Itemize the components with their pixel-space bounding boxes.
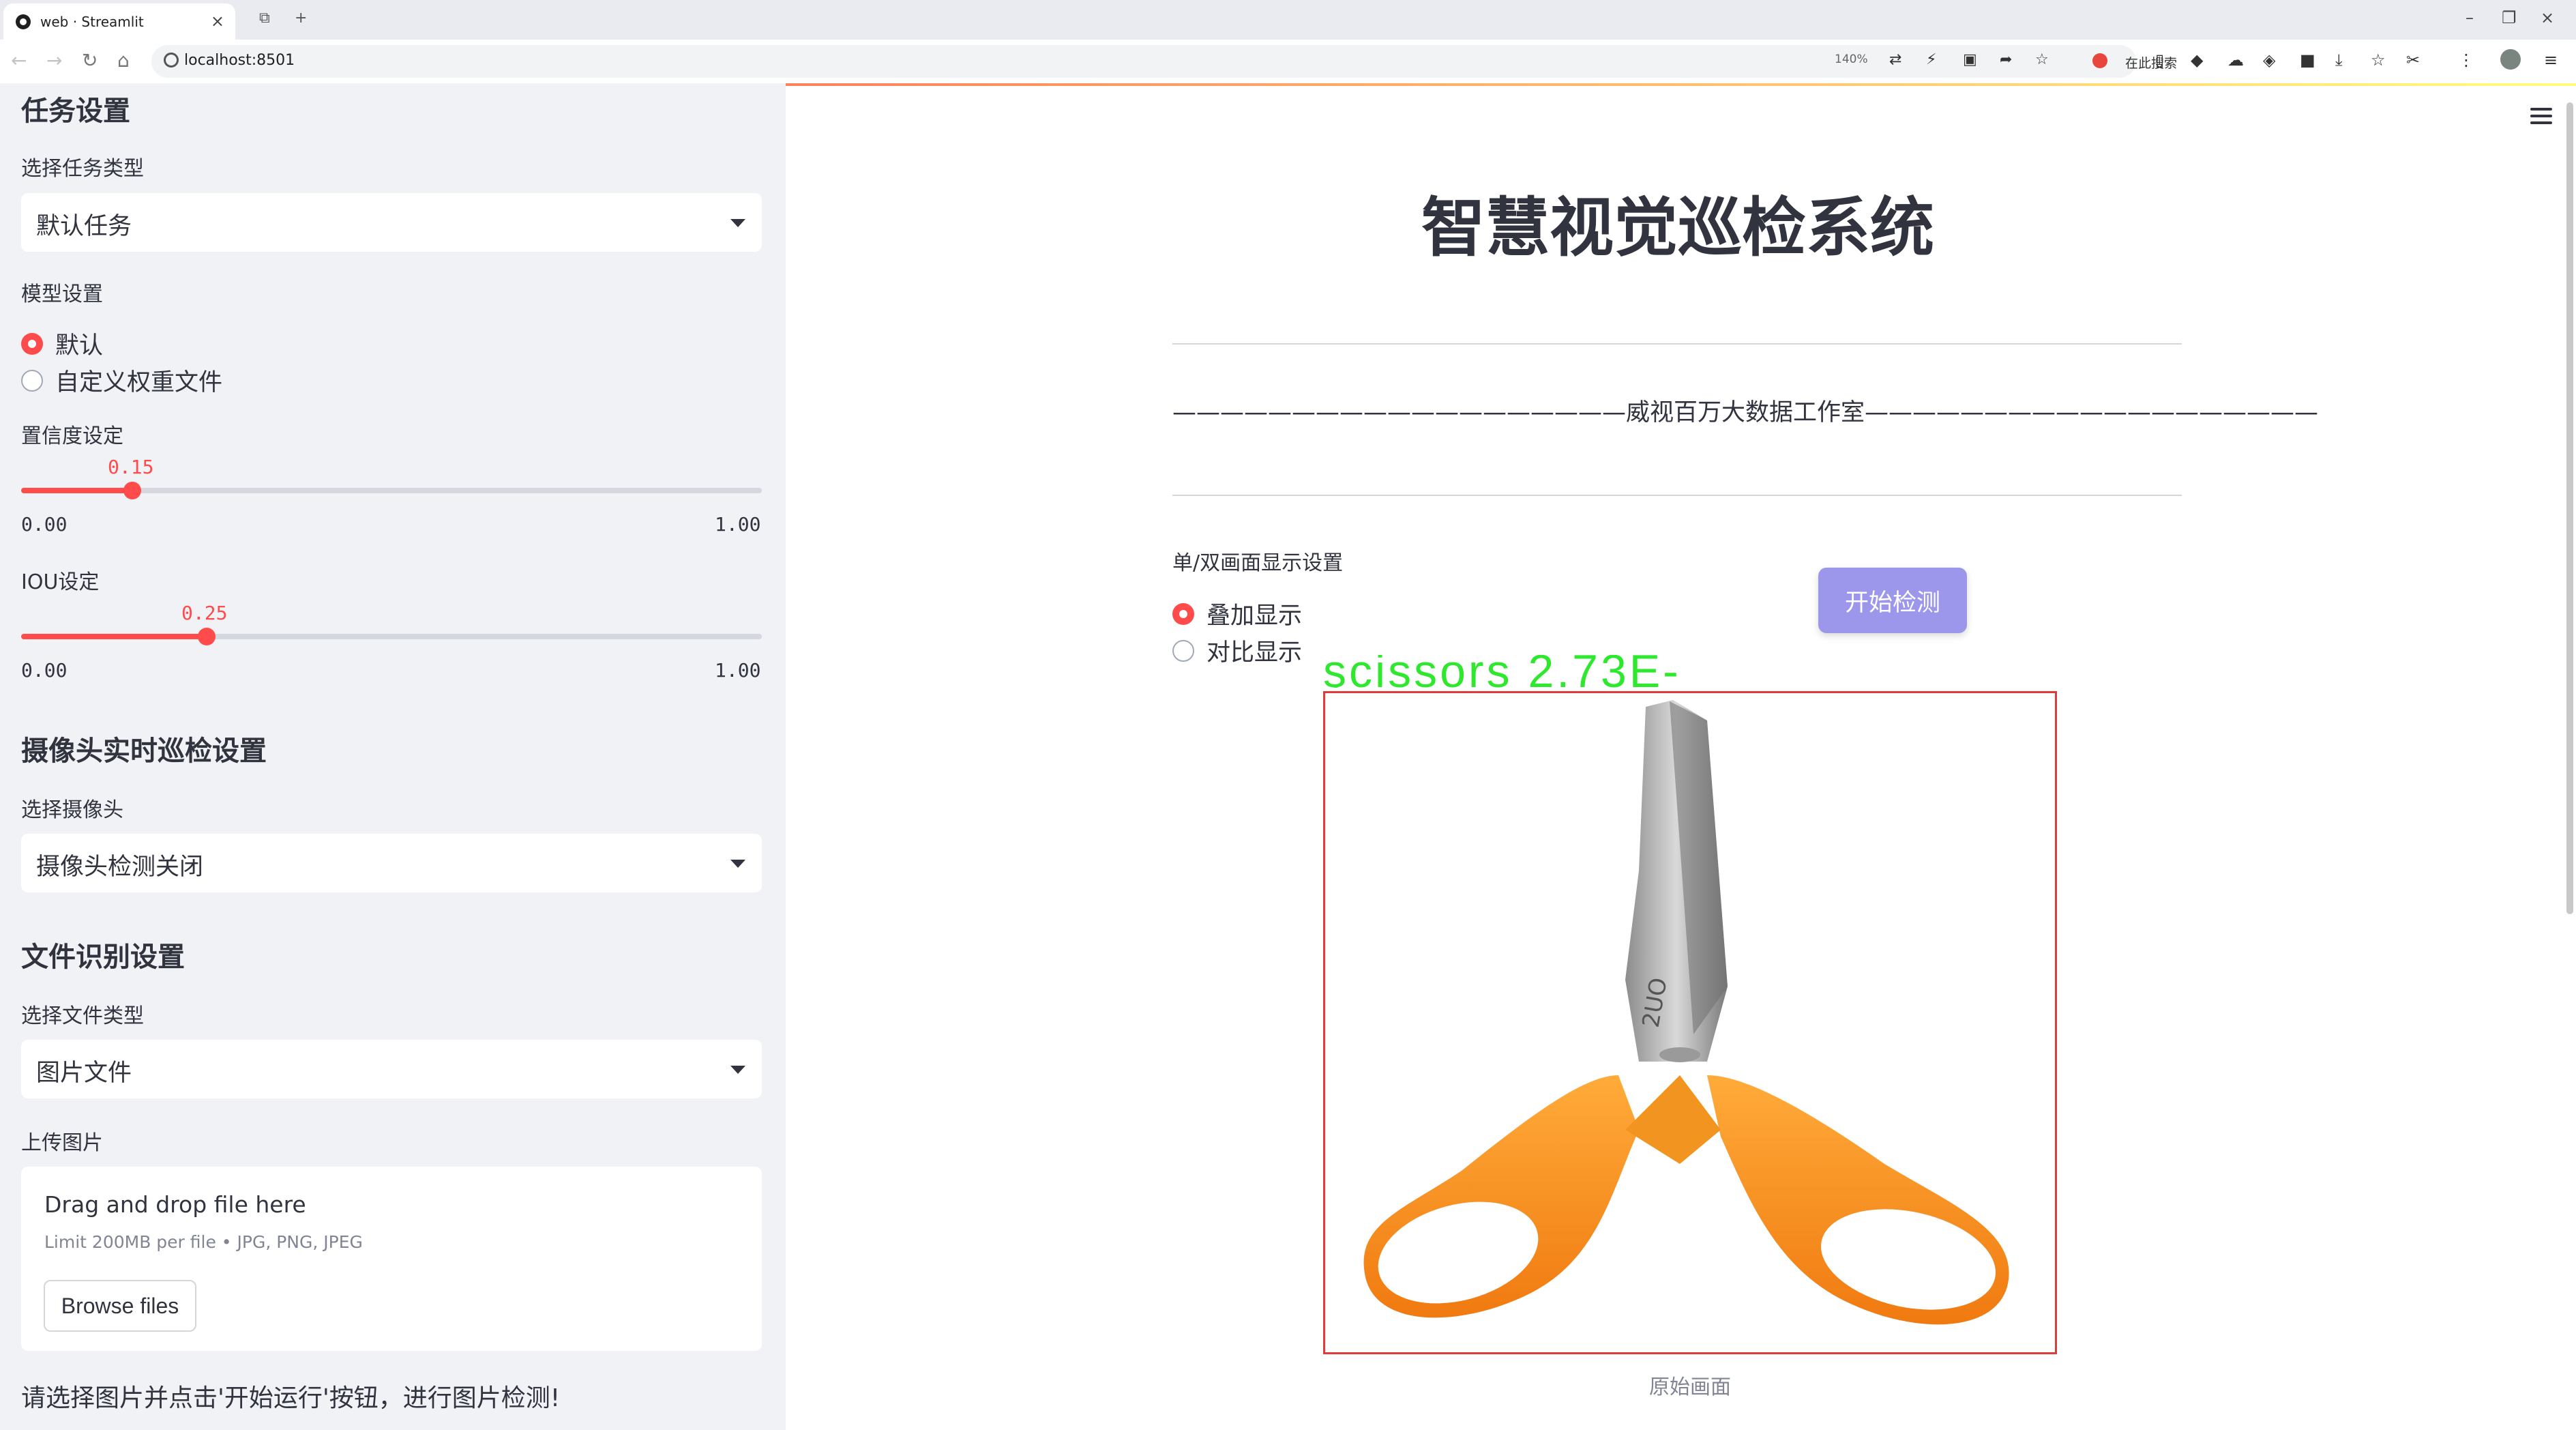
phone-icon[interactable]: ▯	[2155, 50, 2164, 70]
file-type-select[interactable]: 图片文件	[21, 1040, 762, 1098]
iou-slider-thumb[interactable]	[197, 628, 216, 645]
download-icon[interactable]: ⤓	[2335, 50, 2343, 70]
menu-icon[interactable]: ≡	[2544, 50, 2558, 70]
new-tab-icon[interactable]: +	[295, 10, 307, 27]
minimize-icon[interactable]: –	[2466, 8, 2474, 27]
confidence-slider-thumb[interactable]	[123, 482, 141, 499]
confidence-min: 0.00	[21, 513, 68, 536]
upload-limit-text: Limit 200MB per file • JPG, PNG, JPEG	[44, 1232, 363, 1252]
close-tab-icon[interactable]: ×	[211, 12, 224, 31]
studio-banner: ———————————————————威视百万大数据工作室———————————…	[1172, 399, 2319, 426]
display-option-compare: 对比显示	[1206, 639, 1303, 667]
zoom-indicator[interactable]: 140%	[1835, 53, 1868, 66]
iou-min: 0.00	[21, 659, 68, 682]
search-engine-box[interactable]: 在此搜索	[2086, 50, 2288, 71]
reader-icon[interactable]: ▣	[1963, 51, 1977, 68]
scissors-tool-icon[interactable]: ✂	[2406, 50, 2420, 70]
upload-drag-text: Drag and drop file here	[44, 1191, 306, 1218]
model-radio-default[interactable]: 默认	[21, 326, 103, 361]
file-uploader[interactable]: Drag and drop file here Limit 200MB per …	[21, 1167, 762, 1351]
file-type-label: 选择文件类型	[21, 1004, 144, 1028]
more-vertical-icon[interactable]: ⋮	[2458, 50, 2474, 70]
iou-label: IOU设定	[21, 570, 100, 594]
divider-bottom	[1172, 495, 2182, 496]
app-menu-icon[interactable]	[2530, 108, 2552, 128]
address-bar[interactable]: localhost:8501 140% ⇄ ⚡ ▣ ➦ ☆ 在此搜索	[151, 45, 2177, 78]
extension-blue-icon[interactable]: ◈	[2263, 50, 2275, 70]
task-type-value: 默认任务	[36, 213, 132, 240]
detection-label: scissors 2.73E-01	[1323, 655, 1681, 688]
page-title: 智慧视觉巡检系统	[1421, 191, 1934, 265]
confidence-label: 置信度设定	[21, 424, 123, 448]
browser-toolbar: ← → ↻ ⌂ localhost:8501 140% ⇄ ⚡ ▣ ➦ ☆ 在此…	[0, 40, 2576, 84]
file-type-value: 图片文件	[36, 1060, 132, 1087]
model-option-custom: 自定义权重文件	[55, 369, 223, 396]
chevron-down-icon	[730, 219, 745, 227]
iou-slider-fill	[21, 634, 207, 639]
file-settings-heading: 文件识别设置	[21, 942, 185, 973]
translate-icon[interactable]: ⇄	[1889, 51, 1901, 68]
iou-value: 0.25	[181, 602, 228, 624]
radio-unselected-icon[interactable]	[1172, 639, 1194, 662]
extension-cloud-icon[interactable]: ☁	[2227, 50, 2244, 70]
tab-title: web · Streamlit	[40, 13, 144, 30]
browser-tab[interactable]: web · Streamlit ×	[3, 3, 235, 40]
scissors-image: 2UO	[1363, 700, 2009, 1325]
confidence-value: 0.15	[108, 456, 154, 478]
confidence-slider-fill	[21, 488, 132, 493]
profile-avatar[interactable]	[2500, 49, 2521, 70]
radio-selected-icon[interactable]	[1172, 602, 1194, 625]
camera-value: 摄像头检测关闭	[36, 853, 204, 881]
confidence-max: 1.00	[715, 513, 761, 536]
chevron-down-icon	[730, 860, 745, 868]
task-type-select[interactable]: 默认任务	[21, 193, 762, 252]
forward-icon[interactable]: →	[46, 49, 62, 72]
image-caption: 原始画面	[1649, 1375, 1731, 1399]
display-radio-overlay[interactable]: 叠加显示	[1172, 596, 1302, 631]
search-engine-icon[interactable]	[2092, 53, 2107, 68]
start-detection-button[interactable]: 开始检测	[1818, 568, 1967, 633]
bookmark-star-icon[interactable]: ☆	[2035, 51, 2049, 68]
divider-top	[1172, 343, 2182, 345]
favorites-icon[interactable]: ☆	[2371, 50, 2386, 70]
sidebar-instruction: 请选择图片并点击'开始运行'按钮，进行图片检测!	[21, 1384, 561, 1412]
confidence-slider[interactable]	[21, 482, 762, 499]
chevron-down-icon	[730, 1066, 745, 1074]
lightning-icon[interactable]: ⚡	[1926, 51, 1936, 68]
back-icon[interactable]: ←	[11, 49, 27, 72]
task-settings-heading: 任务设置	[21, 96, 130, 127]
search-placeholder[interactable]: 在此搜索	[2125, 53, 2177, 72]
task-type-label: 选择任务类型	[21, 157, 144, 181]
home-icon[interactable]: ⌂	[117, 49, 130, 72]
restore-icon[interactable]: ❐	[2502, 8, 2517, 27]
model-radio-custom[interactable]: 自定义权重文件	[21, 363, 222, 398]
radio-selected-icon[interactable]	[21, 332, 43, 355]
radio-unselected-icon[interactable]	[21, 369, 43, 392]
reload-icon[interactable]: ↻	[82, 49, 98, 72]
camera-select[interactable]: 摄像头检测关闭	[21, 834, 762, 892]
camera-settings-heading: 摄像头实时巡检设置	[21, 735, 267, 767]
scrollbar[interactable]	[2566, 102, 2573, 914]
display-mode-label: 单/双画面显示设置	[1172, 551, 1344, 575]
detection-image: 2UO	[1323, 691, 2057, 1354]
display-radio-compare[interactable]: 对比显示	[1172, 633, 1302, 668]
tab-actions-icon[interactable]: ⧉	[259, 10, 270, 27]
iou-max: 1.00	[715, 659, 761, 682]
streamlit-favicon-icon	[16, 14, 31, 29]
camera-label: 选择摄像头	[21, 798, 123, 822]
upload-label: 上传图片	[21, 1131, 103, 1155]
extension-color-icon[interactable]: ◆	[2191, 50, 2203, 70]
browse-files-button[interactable]: Browse files	[44, 1280, 196, 1332]
browser-tab-bar: web · Streamlit × ⧉ + – ❐ ×	[0, 0, 2576, 40]
display-option-overlay: 叠加显示	[1206, 602, 1303, 630]
share-icon[interactable]: ➦	[2000, 51, 2012, 68]
extension-dark-icon[interactable]: ■	[2300, 50, 2315, 70]
iou-slider[interactable]	[21, 628, 762, 645]
model-option-default: 默认	[55, 332, 104, 360]
model-settings-label: 模型设置	[21, 282, 103, 306]
url-text[interactable]: localhost:8501	[184, 52, 295, 69]
address-search-icon	[164, 53, 179, 68]
window-close-icon[interactable]: ×	[2541, 8, 2554, 27]
